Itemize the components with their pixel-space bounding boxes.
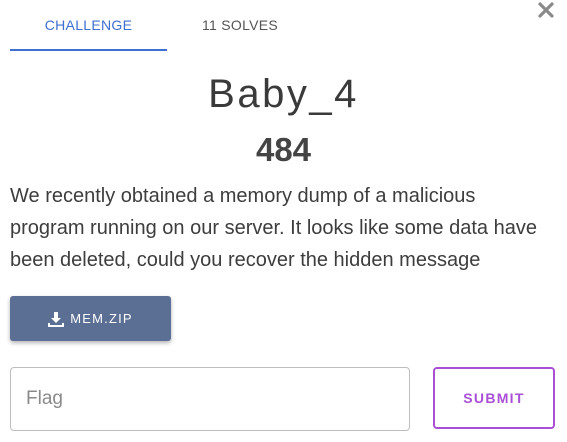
flag-input[interactable] <box>10 367 410 431</box>
download-icon <box>48 311 65 327</box>
challenge-description: We recently obtained a memory dump of a … <box>10 185 537 271</box>
close-icon <box>538 2 554 18</box>
challenge-title: Baby_4 <box>208 72 359 116</box>
tab-solves[interactable]: 11 SOLVES <box>167 0 313 50</box>
download-file-label: MEM.ZIP <box>70 311 133 326</box>
active-tab-indicator <box>10 49 167 51</box>
submit-button[interactable]: SUBMIT <box>433 367 555 429</box>
close-button[interactable] <box>536 0 556 20</box>
download-file-button[interactable]: MEM.ZIP <box>10 296 171 341</box>
challenge-modal: CHALLENGE 11 SOLVES Baby_4 484 We recent… <box>0 0 567 442</box>
tab-challenge[interactable]: CHALLENGE <box>10 0 167 50</box>
challenge-points: 484 <box>255 131 312 168</box>
